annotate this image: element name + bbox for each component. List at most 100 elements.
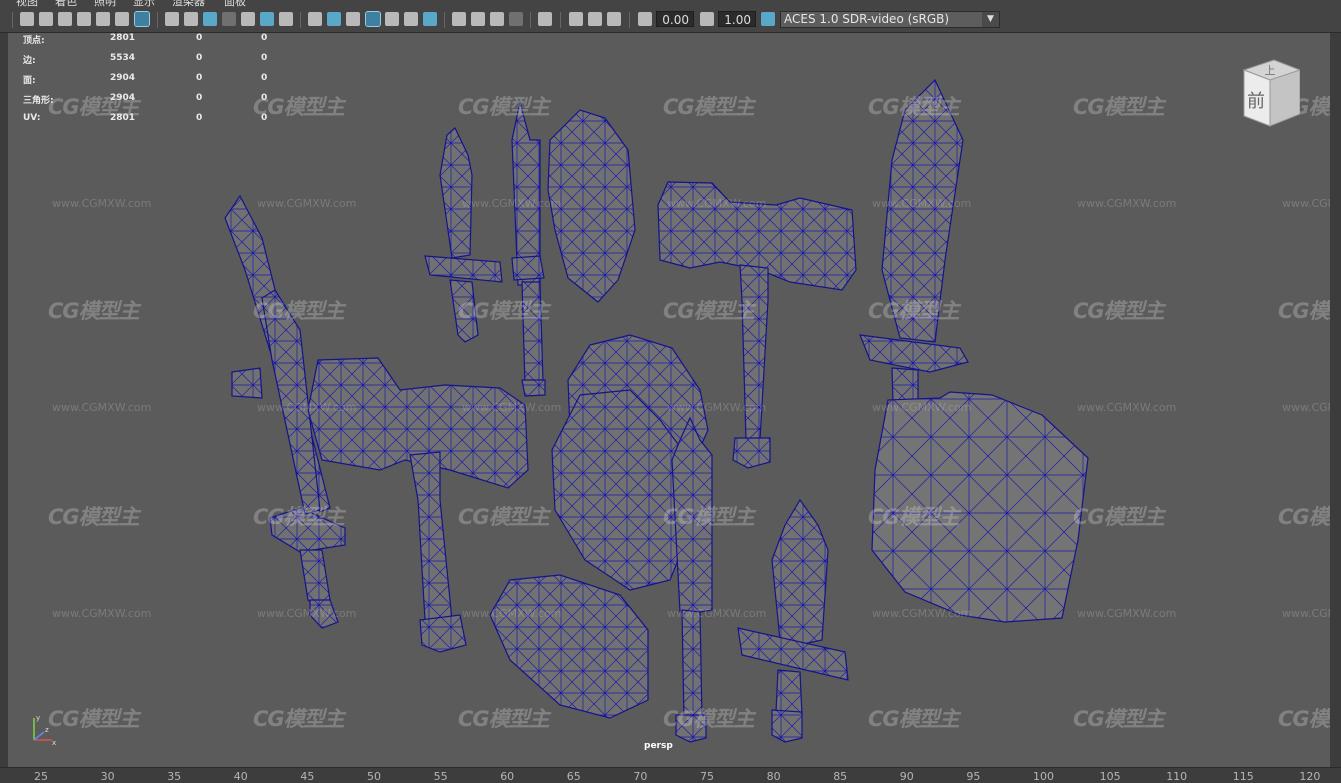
watermark-url: www.CGMXW.com [1077, 607, 1177, 620]
ruler-tick-label: 35 [167, 770, 182, 783]
hud-value: 0 [196, 33, 203, 43]
watermark-logo: CG模型主 [1073, 95, 1165, 119]
gamma-field[interactable]: 1.00 [718, 11, 756, 27]
ruler-tick-label: 105 [1099, 770, 1121, 783]
color-management-icon[interactable] [761, 12, 775, 26]
watermark-logo: CG模型主 [868, 505, 960, 529]
watermark-logo: CG模型主 [1073, 299, 1165, 323]
watermark-url: www.CGMXW.com [667, 197, 767, 210]
watermark-logo: CG模型主 [48, 505, 140, 529]
hud-value: 5534 [110, 53, 136, 63]
watermark-url: www.CGMXW.com [462, 401, 562, 414]
watermark-url: www.CGMXW.com [462, 197, 562, 210]
depth-of-field-icon[interactable] [509, 12, 523, 26]
ambient-occlusion-icon[interactable] [452, 12, 466, 26]
ruler-tick-label: 120 [1299, 770, 1321, 783]
watermark-logo: CG模型主 [868, 299, 960, 323]
battle-axe-bottom[interactable] [671, 416, 713, 743]
ruler-tick-label: 60 [500, 770, 515, 783]
gamma-icon[interactable] [700, 12, 714, 26]
watermark-logo: CG模型主 [1073, 505, 1165, 529]
watermark-logo: CG模型主 [253, 299, 345, 323]
watermark-logo: CG模型主 [1073, 707, 1165, 731]
xray-icon[interactable] [569, 12, 583, 26]
chevron-down-icon[interactable]: ▼ [982, 12, 999, 27]
textured-icon[interactable] [385, 12, 399, 26]
motion-blur-icon[interactable] [471, 12, 485, 26]
watermark-logo: CG模型主 [253, 707, 345, 731]
menu-show[interactable]: 显示 [133, 0, 155, 8]
anti-aliasing-icon[interactable] [490, 12, 504, 26]
persp-viewport[interactable]: 顶点: 2801 0 0 边: 5534 0 0 面: 2904 0 0 三角形… [8, 33, 1330, 767]
scene-models[interactable] [8, 33, 1330, 767]
time-slider-ruler[interactable]: 25 30 35 40 45 50 55 60 65 70 75 80 85 90 95 100 105 110 1… [0, 767, 1341, 783]
watermark-logo: CG模型主 [868, 95, 960, 119]
watermark-logo: CG模型主 [663, 95, 755, 119]
hud-value: 0 [196, 73, 203, 83]
watermark-logo: CG模型主 [458, 95, 550, 119]
grid-icon[interactable] [165, 12, 179, 26]
safe-action-icon[interactable] [260, 12, 274, 26]
menu-shading[interactable]: 着色 [55, 0, 77, 8]
watermark-url: www.CGMXW.com [52, 401, 152, 414]
toolbar-separator [560, 12, 561, 28]
ruler-tick-label: 50 [367, 770, 381, 783]
menu-renderer[interactable]: 渲染器 [172, 0, 205, 8]
toolbar-separator [300, 12, 301, 28]
exposure-field[interactable]: 0.00 [656, 11, 694, 27]
bookmark-list-icon[interactable] [77, 12, 91, 26]
menu-panels[interactable]: 面板 [224, 0, 246, 8]
camera-select-icon[interactable] [20, 12, 34, 26]
safe-title-icon[interactable] [279, 12, 293, 26]
right-frame [1330, 33, 1341, 767]
field-chart-icon[interactable] [241, 12, 255, 26]
xray-joints-icon[interactable] [607, 12, 621, 26]
gate-mask-icon[interactable] [222, 12, 236, 26]
watermark-url: www.CGMXW.com [1282, 197, 1330, 210]
hud-value: 0 [261, 73, 268, 83]
use-all-lights-icon[interactable] [404, 12, 418, 26]
default-material-icon[interactable] [346, 12, 360, 26]
smooth-shade-icon[interactable] [327, 12, 341, 26]
viewcube-top-label[interactable]: 上 [1265, 64, 1276, 77]
color-space-dropdown[interactable]: ACES 1.0 SDR-video (sRGB) ▼ [780, 11, 1000, 28]
ruler-tick-label: 65 [566, 770, 581, 783]
camera-attributes-icon[interactable] [39, 12, 53, 26]
small-sword-bottom[interactable] [737, 498, 849, 743]
panel-toolbar: 0.00 1.00 ACES 1.0 SDR-video (sRGB) ▼ [0, 8, 1341, 33]
watermark-logo: CG模型主 [253, 505, 345, 529]
hud-value: 0 [196, 93, 203, 103]
menu-view[interactable]: 视图 [16, 0, 38, 8]
isolate-select-icon[interactable] [538, 12, 552, 26]
grease-pencil-icon[interactable] [134, 11, 150, 27]
wireframe-icon[interactable] [308, 12, 322, 26]
watermark-url: www.CGMXW.com [257, 607, 357, 620]
menu-bar: 视图 着色 照明 显示 渲染器 面板 [0, 0, 1341, 8]
ruler-tick-label: 55 [433, 770, 448, 783]
shadows-icon[interactable] [423, 12, 437, 26]
watermark-logo: CG模型主 [663, 299, 755, 323]
ruler-tick-label: 30 [100, 770, 115, 783]
watermark-logo: CG模型主 [458, 299, 550, 323]
watermark-logo: CG模型主 [253, 95, 345, 119]
resolution-gate-icon[interactable] [203, 12, 217, 26]
image-plane-icon[interactable] [96, 12, 110, 26]
bookmark-icon[interactable] [58, 12, 72, 26]
viewcube-front-label[interactable]: 前 [1247, 91, 1265, 112]
long-sword-right[interactable] [859, 78, 969, 403]
xray-active-icon[interactable] [588, 12, 602, 26]
view-cube[interactable]: 上 前 [1230, 56, 1300, 128]
two-d-pan-zoom-icon[interactable] [115, 12, 129, 26]
wireframe-on-shaded-icon[interactable] [365, 11, 381, 27]
watermark-logo: CG模型主 [1278, 707, 1330, 731]
ruler-tick-label: 45 [300, 770, 315, 783]
menu-lighting[interactable]: 照明 [94, 0, 116, 8]
exposure-icon[interactable] [638, 12, 652, 26]
watermark-logo: CG模型主 [48, 95, 140, 119]
watermark-url: www.CGMXW.com [52, 607, 152, 620]
watermark-url: www.CGMXW.com [872, 401, 972, 414]
watermark-logo: CG模型主 [1278, 505, 1330, 529]
oval-shield-bottom[interactable] [489, 574, 649, 719]
film-gate-icon[interactable] [184, 12, 198, 26]
hud-label: 边: [23, 56, 36, 66]
